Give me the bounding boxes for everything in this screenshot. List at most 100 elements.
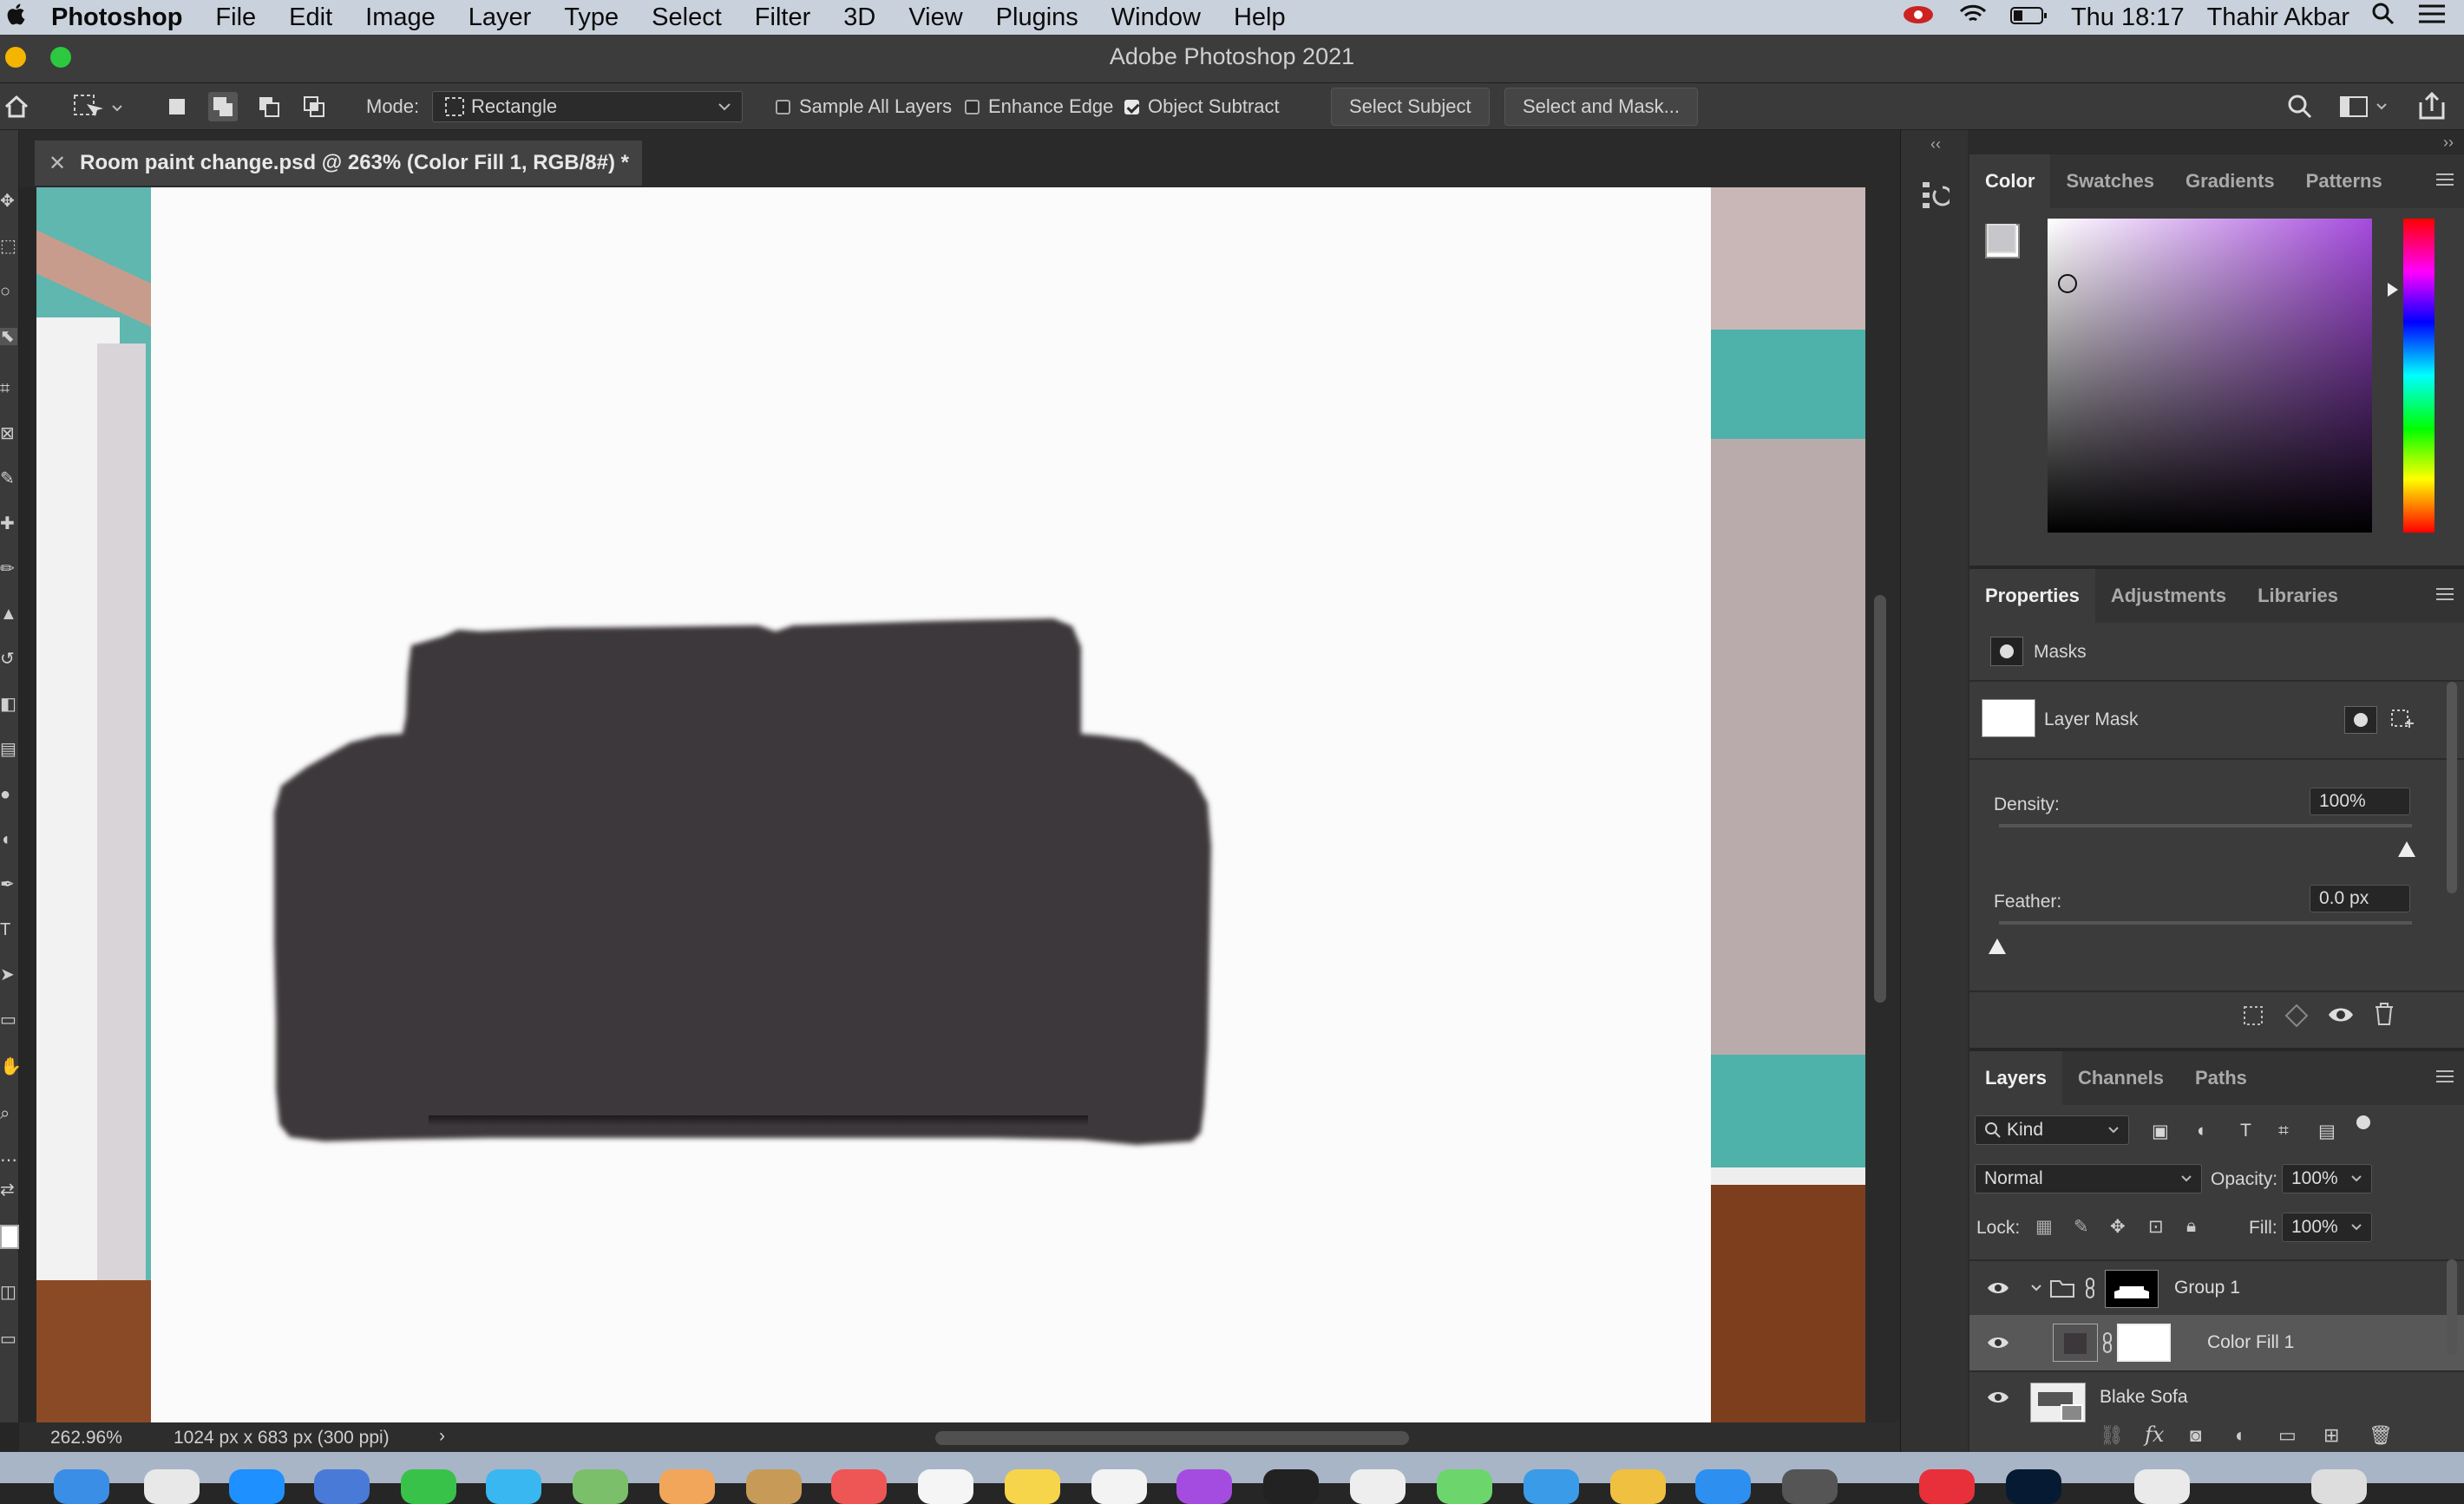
menu-edit[interactable]: Edit: [272, 3, 349, 32]
link-icon[interactable]: [2101, 1331, 2113, 1354]
hue-slider[interactable]: [2403, 219, 2435, 533]
launchpad-icon[interactable]: [144, 1469, 200, 1504]
clone-stamp-tool-icon[interactable]: ▲: [0, 605, 17, 623]
color-picker-cursor[interactable]: [2058, 274, 2077, 293]
wifi-icon[interactable]: [1958, 3, 1988, 32]
tab-color[interactable]: Color: [1969, 154, 2051, 208]
layer-mask-thumbnail[interactable]: [2117, 1324, 2171, 1362]
tv-icon[interactable]: [1263, 1469, 1319, 1504]
visibility-eye-icon[interactable]: [1987, 1390, 2009, 1404]
tab-channels[interactable]: Channels: [2062, 1051, 2179, 1105]
menu-layer[interactable]: Layer: [452, 3, 548, 32]
document-canvas[interactable]: [151, 187, 1711, 1422]
filter-toggle-icon[interactable]: [2356, 1115, 2370, 1129]
tab-swatches[interactable]: Swatches: [2050, 154, 2170, 208]
select-mask-icon[interactable]: [2344, 706, 2377, 734]
vertical-scroll-thumb[interactable]: [1874, 595, 1886, 1003]
new-group-icon[interactable]: ▭: [2278, 1424, 2297, 1447]
trash-icon[interactable]: [2311, 1469, 2367, 1504]
downloads-icon[interactable]: [2134, 1469, 2190, 1504]
canvas-area[interactable]: [36, 187, 1865, 1422]
object-selection-tool-icon[interactable]: ⬉: [0, 328, 17, 345]
marquee-tool-icon[interactable]: ⬚: [0, 238, 17, 255]
tab-properties[interactable]: Properties: [1969, 569, 2095, 623]
new-adjustment-layer-icon[interactable]: ◐: [2235, 1424, 2246, 1447]
lasso-tool-icon[interactable]: ○: [0, 283, 17, 300]
layer-mask-thumbnail[interactable]: [1982, 699, 2035, 737]
new-selection-icon[interactable]: [167, 83, 187, 130]
fill-layer-thumbnail[interactable]: [2053, 1324, 2098, 1362]
apply-vector-mask-icon[interactable]: [2389, 708, 2415, 738]
select-and-mask-button[interactable]: Select and Mask...: [1504, 88, 1698, 126]
opacity-field[interactable]: 100%: [2282, 1164, 2372, 1193]
crop-tool-icon[interactable]: ⌗: [0, 380, 17, 397]
search-icon[interactable]: [2287, 83, 2313, 130]
menu-select[interactable]: Select: [635, 3, 738, 32]
add-to-selection-icon[interactable]: [208, 83, 238, 130]
density-slider-track[interactable]: [1999, 824, 2412, 827]
news-icon[interactable]: [1350, 1469, 1406, 1504]
layer-name[interactable]: Group 1: [2174, 1278, 2240, 1298]
lock-all-icon[interactable]: 🔒︎: [2186, 1216, 2196, 1237]
lock-transparent-icon[interactable]: ▦: [2035, 1216, 2053, 1238]
enhance-edge-checkbox[interactable]: Enhance Edge: [965, 83, 1113, 130]
lock-artboard-icon[interactable]: ⊡: [2148, 1216, 2164, 1238]
move-tool-icon[interactable]: ✥: [0, 193, 17, 210]
blur-tool-icon[interactable]: ●: [0, 786, 17, 803]
foreground-color-swatch[interactable]: [1987, 224, 2016, 253]
lock-pixels-icon[interactable]: ✎: [2074, 1216, 2089, 1238]
link-layers-icon[interactable]: ⛓︎: [2100, 1424, 2124, 1447]
feather-slider-handle[interactable]: [1989, 938, 2006, 954]
hue-slider-handle[interactable]: [2388, 283, 2398, 297]
smart-object-filter-icon[interactable]: ▤: [2318, 1121, 2336, 1142]
zoom-tool-icon[interactable]: ⌕: [0, 1105, 17, 1122]
chevron-down-icon[interactable]: [2030, 1284, 2042, 1292]
tab-paths[interactable]: Paths: [2179, 1051, 2263, 1105]
layer-name[interactable]: Color Fill 1: [2207, 1332, 2294, 1353]
rectangle-tool-icon[interactable]: ▭: [0, 1011, 17, 1029]
subtract-from-selection-icon[interactable]: [257, 83, 281, 130]
eyedropper-tool-icon[interactable]: ✎: [0, 470, 17, 487]
document-info[interactable]: 1024 px x 683 px (300 ppi): [174, 1428, 390, 1448]
user-name[interactable]: Thahir Akbar: [2207, 3, 2349, 32]
podcasts-icon[interactable]: [1176, 1469, 1232, 1504]
layer-row-blake-sofa[interactable]: Blake Sofa: [1969, 1370, 2464, 1422]
layer-name[interactable]: Blake Sofa: [2100, 1387, 2188, 1408]
document-tab[interactable]: ✕ Room paint change.psd @ 263% (Color Fi…: [35, 141, 642, 186]
brush-tool-icon[interactable]: ✏: [0, 560, 17, 578]
pages-icon[interactable]: [1610, 1469, 1666, 1504]
hand-tool-icon[interactable]: ✋: [0, 1058, 22, 1076]
tab-libraries[interactable]: Libraries: [2242, 569, 2354, 623]
panel-menu-icon[interactable]: [2436, 588, 2454, 600]
creative-cloud-dock-icon[interactable]: [1919, 1469, 1975, 1504]
home-icon[interactable]: [3, 83, 29, 130]
layer-thumbnail[interactable]: [2030, 1383, 2086, 1422]
panel-menu-icon[interactable]: [2436, 1070, 2454, 1082]
gradient-tool-icon[interactable]: ▤: [0, 741, 17, 758]
messages-icon[interactable]: [486, 1469, 541, 1504]
workspace-icon[interactable]: [2339, 83, 2391, 130]
frame-tool-icon[interactable]: ⊠: [0, 425, 17, 442]
new-layer-icon[interactable]: ⊞: [2323, 1424, 2339, 1447]
mode-dropdown[interactable]: Rectangle: [432, 91, 743, 122]
zoom-level[interactable]: 262.96%: [50, 1428, 122, 1448]
system-preferences-icon[interactable]: [1782, 1469, 1838, 1504]
delete-mask-icon[interactable]: [2372, 1001, 2396, 1031]
clock[interactable]: Thu 18:17: [2071, 3, 2185, 32]
music-icon[interactable]: [1091, 1469, 1147, 1504]
dodge-tool-icon[interactable]: ◖: [0, 831, 17, 848]
creative-cloud-icon[interactable]: [1901, 3, 1936, 32]
calendar-icon[interactable]: [831, 1469, 887, 1504]
toggle-mask-visibility-icon[interactable]: [2327, 1004, 2355, 1030]
app-menu[interactable]: Photoshop: [44, 3, 199, 32]
healing-brush-tool-icon[interactable]: ✚: [0, 515, 17, 533]
visibility-eye-icon[interactable]: [1987, 1281, 2009, 1295]
mail-icon[interactable]: [314, 1469, 370, 1504]
adjustment-layer-filter-icon[interactable]: ◐: [2197, 1121, 2208, 1141]
load-selection-from-mask-icon[interactable]: [2240, 1003, 2266, 1033]
numbers-icon[interactable]: [1437, 1469, 1492, 1504]
add-mask-icon[interactable]: ◙: [2190, 1424, 2201, 1447]
menu-help[interactable]: Help: [1217, 3, 1302, 32]
close-tab-icon[interactable]: ✕: [49, 151, 66, 176]
app-store-icon[interactable]: [1695, 1469, 1751, 1504]
